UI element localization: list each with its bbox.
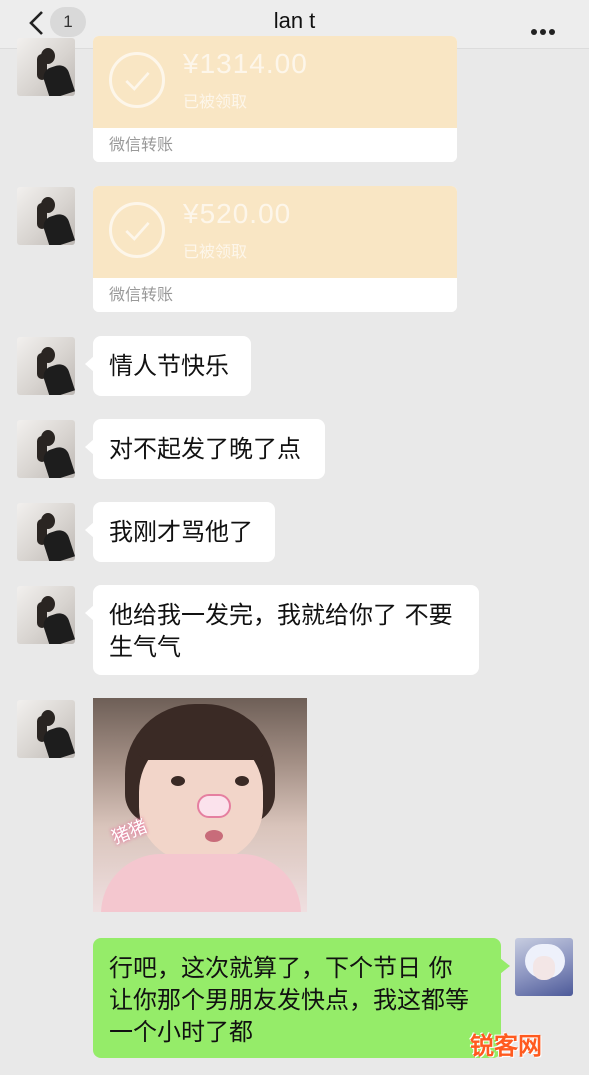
- watermark: 锐客网: [470, 1032, 542, 1060]
- transfer-card[interactable]: ¥520.00 已被领取 微信转账: [93, 186, 457, 312]
- transfer-label: 微信转账: [93, 128, 457, 162]
- message-text: 我刚才骂他了: [109, 518, 253, 546]
- check-circle-icon: [109, 52, 165, 108]
- my-avatar[interactable]: [515, 938, 573, 996]
- message-text-line: 行吧，这次就算了，下个节日 你: [109, 954, 453, 982]
- check-circle-icon: [109, 202, 165, 258]
- message-bubble[interactable]: 对不起发了晚了点: [85, 419, 325, 479]
- more-dots-icon[interactable]: [531, 20, 559, 35]
- contact-avatar[interactable]: [17, 187, 75, 245]
- message-bubble[interactable]: 我刚才骂他了: [85, 502, 275, 562]
- message-text-line: 让你那个男朋友发快点，我这都等: [109, 986, 469, 1014]
- my-message-bubble[interactable]: 行吧，这次就算了，下个节日 你 让你那个男朋友发快点，我这都等 一个小时了都: [93, 938, 510, 1058]
- message-text-line: 生气气: [109, 633, 181, 661]
- contact-avatar[interactable]: [17, 38, 75, 96]
- transfer-amount: ¥1314.00: [183, 48, 308, 79]
- contact-avatar[interactable]: [17, 420, 75, 478]
- transfer-amount: ¥520.00: [183, 198, 292, 229]
- message-text-line: 他给我一发完，我就给你了 不要: [109, 601, 453, 629]
- transfer-card[interactable]: ¥1314.00 已被领取 微信转账: [93, 36, 457, 162]
- contact-avatar[interactable]: [17, 503, 75, 561]
- contact-avatar[interactable]: [17, 337, 75, 395]
- contact-avatar[interactable]: [17, 700, 75, 758]
- contact-avatar[interactable]: [17, 586, 75, 644]
- chat-title: lan t: [273, 8, 316, 33]
- message-text-line: 一个小时了都: [109, 1018, 253, 1046]
- message-text: 情人节快乐: [109, 352, 229, 380]
- transfer-status: 已被领取: [183, 92, 248, 111]
- transfer-status: 已被领取: [183, 242, 248, 261]
- sticker-image[interactable]: 猪猪: [93, 698, 307, 912]
- message-text: 对不起发了晚了点: [109, 435, 301, 463]
- message-bubble[interactable]: 他给我一发完，我就给你了 不要 生气气: [85, 585, 479, 675]
- message-bubble[interactable]: 情人节快乐: [85, 336, 251, 396]
- transfer-label: 微信转账: [93, 278, 457, 312]
